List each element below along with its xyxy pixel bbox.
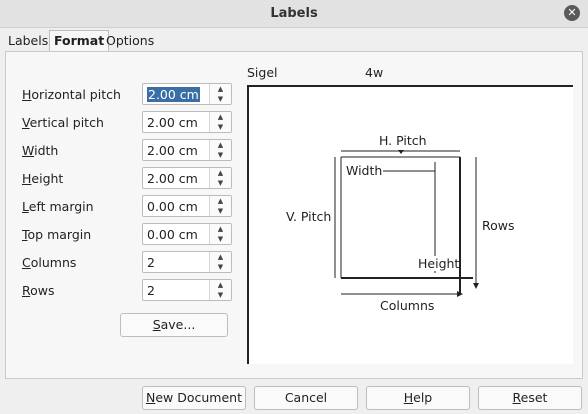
height-spinbox[interactable]: ▲ ▼: [142, 167, 232, 189]
h-pitch-label: H. Pitch: [379, 133, 427, 148]
tab-options[interactable]: Options: [102, 31, 158, 51]
width-spinbox[interactable]: ▲ ▼: [142, 139, 232, 161]
height-diagram-label: Height: [418, 256, 460, 271]
spin-up-icon[interactable]: ▲: [210, 252, 231, 262]
rows-label: Rows: [22, 283, 55, 298]
left-margin-spinbox[interactable]: ▲ ▼: [142, 195, 232, 217]
width-diagram-label: Width: [345, 163, 384, 178]
spin-up-icon[interactable]: ▲: [210, 168, 231, 178]
close-icon[interactable]: ✕: [564, 5, 580, 21]
format-panel: Horizontal pitch 2.00 cm ▲ ▼ Vertical pi…: [5, 51, 583, 379]
spin-up-icon[interactable]: ▲: [210, 280, 231, 290]
rows-arrow-icon: [473, 283, 479, 289]
reset-button[interactable]: Reset: [478, 386, 582, 410]
columns-input[interactable]: [143, 252, 209, 272]
save-button[interactable]: Save...: [120, 313, 228, 337]
top-margin-spinbox[interactable]: ▲ ▼: [142, 223, 232, 245]
spin-up-icon[interactable]: ▲: [210, 84, 231, 94]
left-margin-label: Left margin: [22, 199, 94, 214]
spin-down-icon[interactable]: ▼: [210, 206, 231, 216]
new-document-button[interactable]: New Document: [142, 386, 246, 410]
top-margin-label: Top margin: [22, 227, 92, 242]
columns-label: Columns: [22, 255, 77, 270]
height-input[interactable]: [143, 168, 209, 188]
vertical-pitch-spinbox[interactable]: ▲ ▼: [142, 111, 232, 133]
cancel-button[interactable]: Cancel: [254, 386, 358, 410]
window-title: Labels: [270, 6, 318, 21]
spin-down-icon[interactable]: ▼: [210, 122, 231, 132]
label-brand: Sigel: [247, 65, 278, 80]
v-pitch-label: V. Pitch: [286, 209, 332, 224]
columns-diagram-label: Columns: [380, 298, 435, 313]
spin-up-icon[interactable]: ▲: [210, 140, 231, 150]
preview-diagram: [334, 150, 479, 297]
height-label: Height: [22, 171, 64, 186]
rows-diagram-label: Rows: [482, 218, 515, 233]
tab-format[interactable]: Format: [49, 30, 110, 52]
vertical-pitch-input[interactable]: [143, 112, 209, 132]
spin-down-icon[interactable]: ▼: [210, 178, 231, 188]
horizontal-pitch-label: Horizontal pitch: [22, 87, 121, 102]
spin-up-icon[interactable]: ▲: [210, 196, 231, 206]
spin-up-icon[interactable]: ▲: [210, 112, 231, 122]
spin-up-icon[interactable]: ▲: [210, 224, 231, 234]
spin-down-icon[interactable]: ▼: [210, 234, 231, 244]
spin-down-icon[interactable]: ▼: [210, 262, 231, 272]
width-input[interactable]: [143, 140, 209, 160]
horizontal-pitch-spinbox[interactable]: 2.00 cm ▲ ▼: [142, 83, 232, 105]
h-pitch-arrow-icon: [398, 150, 404, 154]
vertical-pitch-label: Vertical pitch: [22, 115, 104, 130]
spin-down-icon[interactable]: ▼: [210, 94, 231, 104]
width-label: Width: [22, 143, 59, 158]
rows-input[interactable]: [143, 280, 209, 300]
rows-spinbox[interactable]: ▲ ▼: [142, 279, 232, 301]
tab-labels[interactable]: Labels: [4, 31, 52, 51]
spin-down-icon[interactable]: ▼: [210, 150, 231, 160]
left-margin-input[interactable]: [143, 196, 209, 216]
label-preview: H. Pitch Width V. Pitch Rows Height Colu…: [247, 85, 573, 364]
top-margin-input[interactable]: [143, 224, 209, 244]
help-button[interactable]: Help: [366, 386, 470, 410]
title-bar: Labels ✕: [0, 0, 588, 28]
spin-down-icon[interactable]: ▼: [210, 290, 231, 300]
columns-spinbox[interactable]: ▲ ▼: [142, 251, 232, 273]
label-type: 4w: [365, 65, 384, 80]
